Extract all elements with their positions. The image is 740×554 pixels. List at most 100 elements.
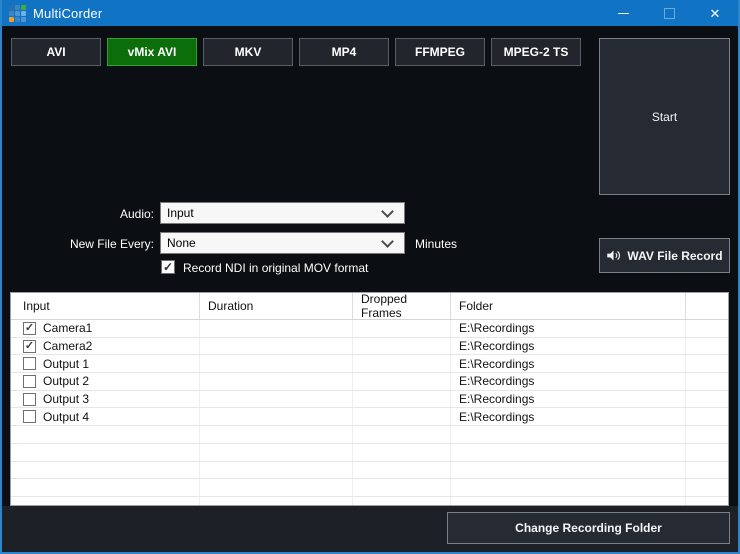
spacer-cell (686, 373, 728, 390)
recordings-table: Input Duration Dropped Frames Folder Cam… (10, 292, 729, 506)
tab-avi[interactable]: AVI (11, 38, 101, 66)
input-cell (11, 426, 200, 443)
input-cell: Camera1 (11, 320, 200, 337)
table-row[interactable]: Output 4E:\Recordings (11, 408, 728, 426)
spacer-cell (686, 426, 728, 443)
dropped-frames-cell (353, 497, 451, 506)
audio-select[interactable]: Input (160, 202, 405, 224)
dropped-frames-cell (353, 373, 451, 390)
input-name: Camera1 (43, 321, 92, 335)
folder-cell (451, 497, 686, 506)
input-cell: Camera2 (11, 338, 200, 355)
close-icon: ✕ (710, 7, 721, 20)
dropped-frames-cell (353, 462, 451, 479)
new-file-every-label: New File Every: (2, 237, 154, 251)
table-row (11, 479, 728, 497)
duration-cell (200, 497, 353, 506)
input-name: Output 2 (43, 374, 89, 388)
speaker-icon (606, 248, 621, 263)
record-ndi-label[interactable]: Record NDI in original MOV format (183, 261, 368, 275)
folder-cell (451, 444, 686, 461)
dropped-frames-cell (353, 408, 451, 425)
table-body: Camera1E:\RecordingsCamera2E:\Recordings… (11, 320, 728, 506)
column-header-folder[interactable]: Folder (451, 293, 686, 319)
row-checkbox[interactable] (23, 410, 36, 423)
duration-cell (200, 479, 353, 496)
wav-file-record-button[interactable]: WAV File Record (599, 238, 730, 273)
spacer-cell (686, 338, 728, 355)
table-row (11, 462, 728, 480)
duration-cell (200, 462, 353, 479)
tab-mpeg2-ts[interactable]: MPEG-2 TS (491, 38, 581, 66)
input-cell: Output 4 (11, 408, 200, 425)
folder-cell (451, 426, 686, 443)
column-header-input[interactable]: Input (11, 293, 200, 319)
duration-cell (200, 408, 353, 425)
window-controls: ✕ (600, 0, 738, 26)
input-cell: Output 1 (11, 355, 200, 372)
folder-cell: E:\Recordings (451, 373, 686, 390)
folder-cell (451, 479, 686, 496)
column-header-spacer (686, 293, 728, 319)
maximize-button (646, 0, 692, 26)
spacer-cell (686, 320, 728, 337)
start-button[interactable]: Start (599, 38, 730, 195)
minimize-button[interactable] (600, 0, 646, 26)
row-checkbox[interactable] (23, 393, 36, 406)
spacer-cell (686, 462, 728, 479)
table-row[interactable]: Output 3 E:\Recordings (11, 391, 728, 409)
spacer-cell (686, 479, 728, 496)
input-cell: Output 3 (11, 391, 200, 408)
titlebar: MultiCorder ✕ (2, 0, 738, 26)
table-row (11, 426, 728, 444)
input-cell (11, 479, 200, 496)
table-row[interactable]: Camera2E:\Recordings (11, 338, 728, 356)
spacer-cell (686, 497, 728, 506)
column-header-dropped-frames[interactable]: Dropped Frames (353, 293, 451, 319)
format-tabs: AVI vMix AVI MKV MP4 FFMPEG MPEG-2 TS (11, 38, 581, 66)
tab-mp4[interactable]: MP4 (299, 38, 389, 66)
duration-cell (200, 444, 353, 461)
dropped-frames-cell (353, 479, 451, 496)
dropped-frames-cell (353, 426, 451, 443)
tab-vmix-avi[interactable]: vMix AVI (107, 38, 197, 66)
minutes-label: Minutes (415, 237, 457, 251)
tab-mkv[interactable]: MKV (203, 38, 293, 66)
duration-cell (200, 320, 353, 337)
change-recording-folder-button[interactable]: Change Recording Folder (447, 512, 730, 544)
row-checkbox[interactable] (23, 340, 36, 353)
multicorder-window: MultiCorder ✕ AVI vMix AVI MKV MP4 FFMPE… (0, 0, 740, 554)
spacer-cell (686, 408, 728, 425)
table-row[interactable]: Output 1E:\Recordings (11, 355, 728, 373)
folder-cell: E:\Recordings (451, 320, 686, 337)
duration-cell (200, 338, 353, 355)
chevron-down-icon (381, 205, 394, 218)
row-checkbox[interactable] (23, 375, 36, 388)
audio-label: Audio: (2, 207, 154, 221)
table-row[interactable]: Output 2 E:\Recordings (11, 373, 728, 391)
chevron-down-icon (381, 235, 394, 248)
window-title: MultiCorder (33, 6, 102, 21)
table-row[interactable]: Camera1 E:\Recordings (11, 320, 728, 338)
dropped-frames-cell (353, 338, 451, 355)
spacer-cell (686, 391, 728, 408)
duration-cell (200, 391, 353, 408)
vmix-logo-icon (9, 5, 26, 22)
column-header-duration[interactable]: Duration (200, 293, 353, 319)
tab-ffmpeg[interactable]: FFMPEG (395, 38, 485, 66)
duration-cell (200, 426, 353, 443)
audio-select-value: Input (167, 206, 383, 220)
dropped-frames-cell (353, 444, 451, 461)
table-row (11, 497, 728, 506)
new-file-every-select[interactable]: None (160, 232, 405, 254)
input-cell (11, 462, 200, 479)
folder-cell: E:\Recordings (451, 391, 686, 408)
duration-cell (200, 373, 353, 390)
row-checkbox[interactable] (23, 357, 36, 370)
dropped-frames-cell (353, 355, 451, 372)
close-button[interactable]: ✕ (692, 0, 738, 26)
record-ndi-checkbox[interactable] (161, 260, 175, 274)
maximize-icon (664, 8, 675, 19)
row-checkbox[interactable] (23, 322, 36, 335)
spacer-cell (686, 444, 728, 461)
